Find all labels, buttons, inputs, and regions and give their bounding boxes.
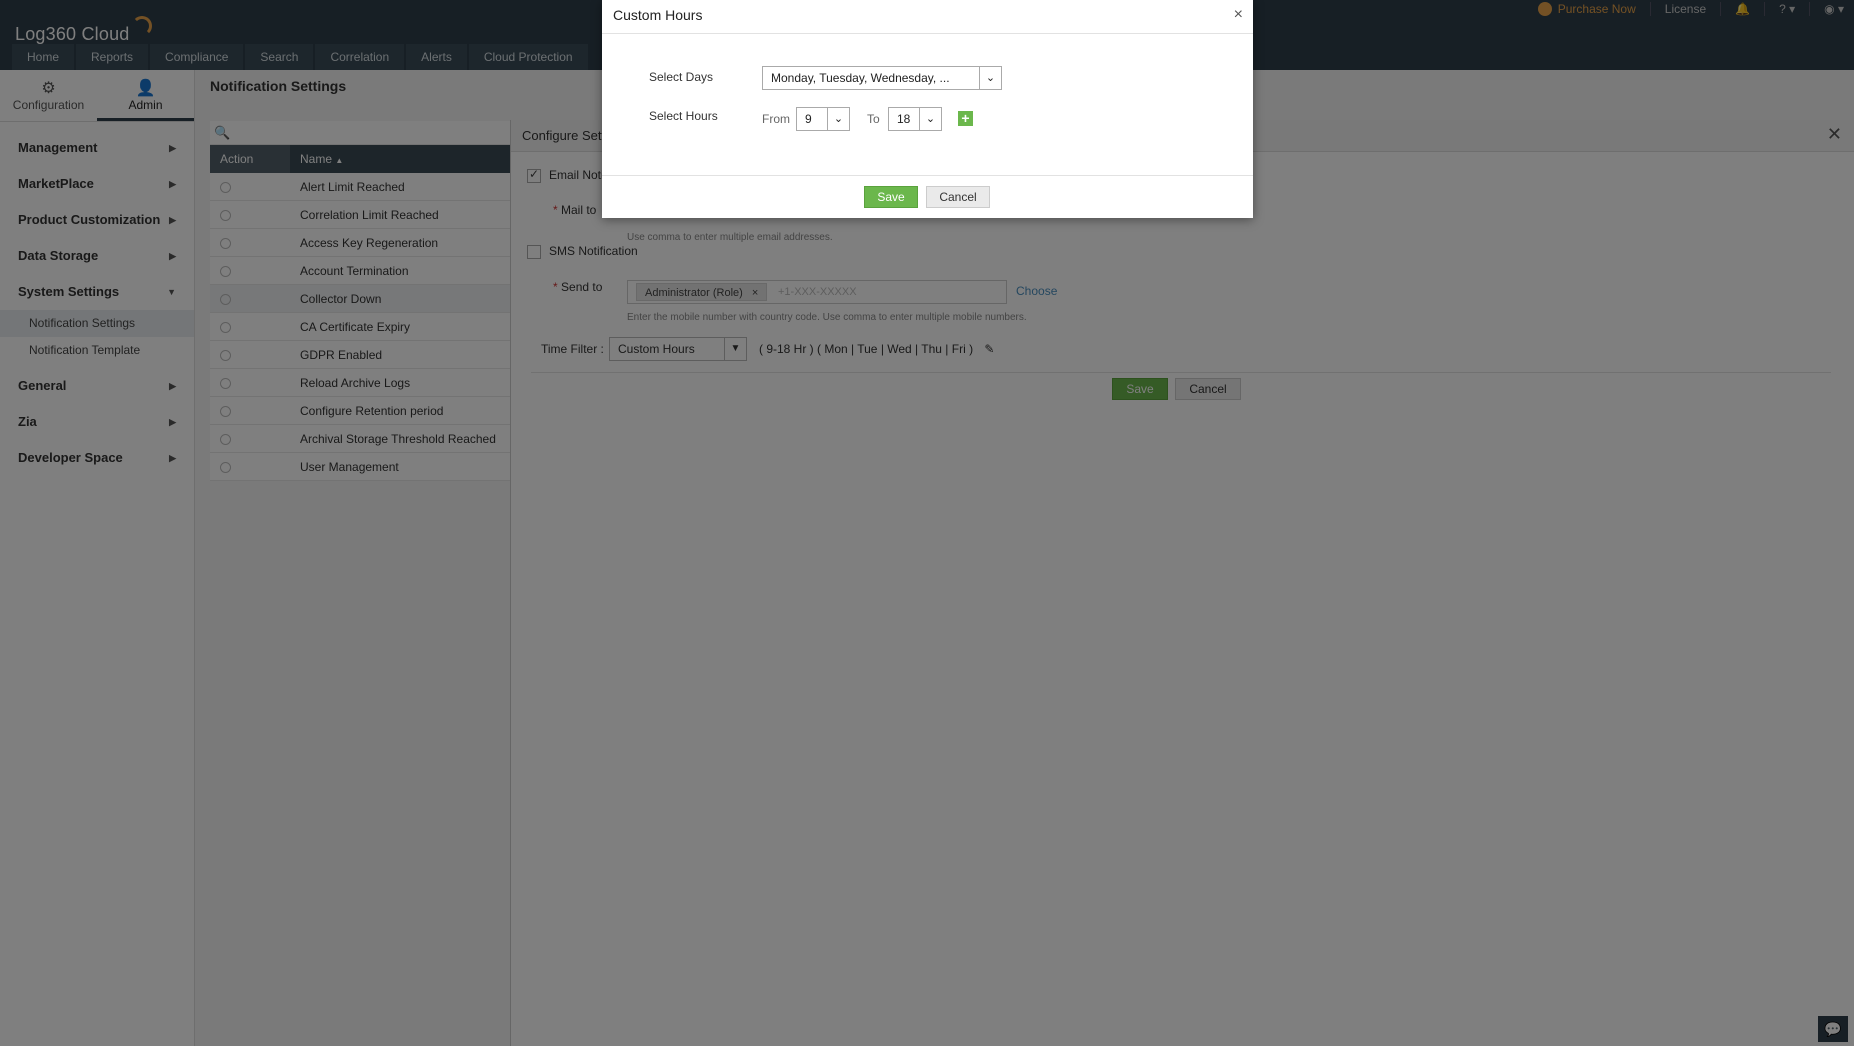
chevron-down-icon: ⌄ bbox=[827, 108, 849, 130]
chevron-down-icon: ⌄ bbox=[979, 67, 1001, 89]
custom-hours-dialog: Custom Hours × Select Days Monday, Tuesd… bbox=[602, 0, 1253, 218]
select-days-value: Monday, Tuesday, Wednesday, ... bbox=[771, 71, 950, 85]
to-hour-select[interactable]: 18 ⌄ bbox=[888, 107, 942, 131]
chevron-down-icon: ⌄ bbox=[919, 108, 941, 130]
to-label: To bbox=[867, 112, 880, 126]
dialog-title: Custom Hours bbox=[613, 7, 703, 23]
from-hour-select[interactable]: 9 ⌄ bbox=[796, 107, 850, 131]
to-hour-value: 18 bbox=[897, 112, 911, 126]
select-days-dropdown[interactable]: Monday, Tuesday, Wednesday, ... ⌄ bbox=[762, 66, 1002, 90]
from-hour-value: 9 bbox=[805, 112, 812, 126]
save-button[interactable]: Save bbox=[864, 186, 918, 208]
select-days-label: Select Days bbox=[649, 70, 714, 84]
cancel-button[interactable]: Cancel bbox=[926, 186, 990, 208]
divider bbox=[602, 175, 1253, 176]
add-hours-plus-icon[interactable]: + bbox=[958, 111, 973, 126]
close-icon[interactable]: × bbox=[1234, 6, 1243, 24]
divider bbox=[602, 33, 1253, 34]
from-label: From bbox=[762, 112, 790, 126]
select-hours-label: Select Hours bbox=[649, 109, 718, 123]
